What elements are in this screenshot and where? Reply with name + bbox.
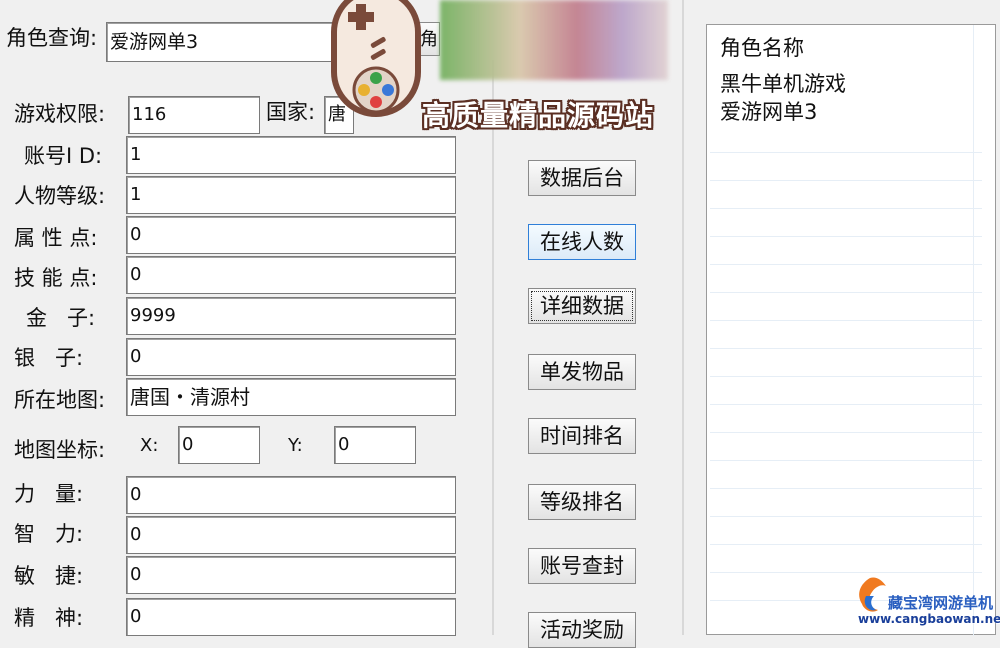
right-panel-border — [682, 0, 684, 635]
attr-points-label: 属 性 点: — [14, 226, 98, 250]
role-list-header: 角色名称 — [720, 36, 804, 60]
list-divider — [710, 404, 982, 405]
list-divider — [710, 432, 982, 433]
spirit-label: 精 神: — [14, 606, 84, 630]
middle-panel-border — [492, 60, 494, 635]
list-divider — [710, 460, 982, 461]
x-field[interactable]: 0 — [178, 426, 260, 464]
account-id-label: 账号I D: — [24, 144, 103, 168]
gold-label: 金 子: — [26, 306, 96, 330]
gold-field[interactable]: 9999 — [126, 297, 456, 335]
list-divider — [710, 236, 982, 237]
data-backend-button[interactable]: 数据后台 — [528, 160, 636, 196]
coords-label: 地图坐标: — [14, 438, 106, 462]
level-field[interactable]: 1 — [126, 176, 456, 214]
intelligence-label: 智 力: — [14, 522, 84, 546]
agility-label: 敏 捷: — [14, 564, 84, 588]
skill-points-field[interactable]: 0 — [126, 256, 456, 294]
list-divider — [710, 516, 982, 517]
role-search-label: 角色查询: — [6, 26, 98, 50]
map-field[interactable]: 唐国・清源村 — [126, 378, 456, 416]
perm-field[interactable]: 116 — [128, 96, 260, 134]
send-item-button[interactable]: 单发物品 — [528, 354, 636, 390]
y-label: Y: — [288, 435, 303, 456]
strength-label: 力 量: — [14, 482, 84, 506]
list-divider — [710, 572, 982, 573]
list-divider — [710, 320, 982, 321]
list-divider — [710, 180, 982, 181]
watermark-title: 藏宝湾网游单机 — [888, 594, 994, 612]
event-reward-button[interactable]: 活动奖励 — [528, 612, 636, 648]
x-label: X: — [140, 435, 159, 456]
skill-points-label: 技 能 点: — [14, 266, 98, 290]
intelligence-field[interactable]: 0 — [126, 516, 456, 554]
account-id-field[interactable]: 1 — [126, 136, 456, 174]
list-divider — [710, 208, 982, 209]
list-divider — [710, 264, 982, 265]
list-divider — [710, 292, 982, 293]
online-count-button[interactable]: 在线人数 — [528, 224, 636, 260]
watermark-url: www.cangbaowan.net — [858, 612, 1000, 626]
strength-field[interactable]: 0 — [126, 476, 456, 514]
country-label: 国家: — [266, 100, 316, 124]
list-divider — [710, 544, 982, 545]
list-divider — [710, 152, 982, 153]
list-divider — [710, 376, 982, 377]
list-divider — [710, 488, 982, 489]
level-label: 人物等级: — [14, 184, 106, 208]
attr-points-field[interactable]: 0 — [126, 216, 456, 254]
silver-label: 银 子: — [14, 346, 84, 370]
detail-data-button[interactable]: 详细数据 — [528, 288, 636, 324]
perm-label: 游戏权限: — [14, 102, 106, 126]
banner-text: 高质量精品源码站 — [422, 99, 655, 132]
level-ranking-button[interactable]: 等级排名 — [528, 484, 636, 520]
spirit-field[interactable]: 0 — [126, 598, 456, 636]
time-ranking-button[interactable]: 时间排名 — [528, 418, 636, 454]
ban-account-button[interactable]: 账号查封 — [528, 548, 636, 584]
role-search-input[interactable]: 爱游网单3 — [106, 22, 336, 62]
gamepad-icon — [331, 0, 421, 117]
list-item[interactable]: 黑牛单机游戏 — [720, 72, 846, 96]
agility-field[interactable]: 0 — [126, 556, 456, 594]
watermark-logo-icon — [859, 577, 886, 612]
blurred-patch — [440, 0, 668, 80]
list-divider — [710, 348, 982, 349]
list-item[interactable]: 爱游网单3 — [720, 100, 817, 124]
silver-field[interactable]: 0 — [126, 338, 456, 376]
y-field[interactable]: 0 — [334, 426, 416, 464]
map-label: 所在地图: — [14, 388, 106, 412]
